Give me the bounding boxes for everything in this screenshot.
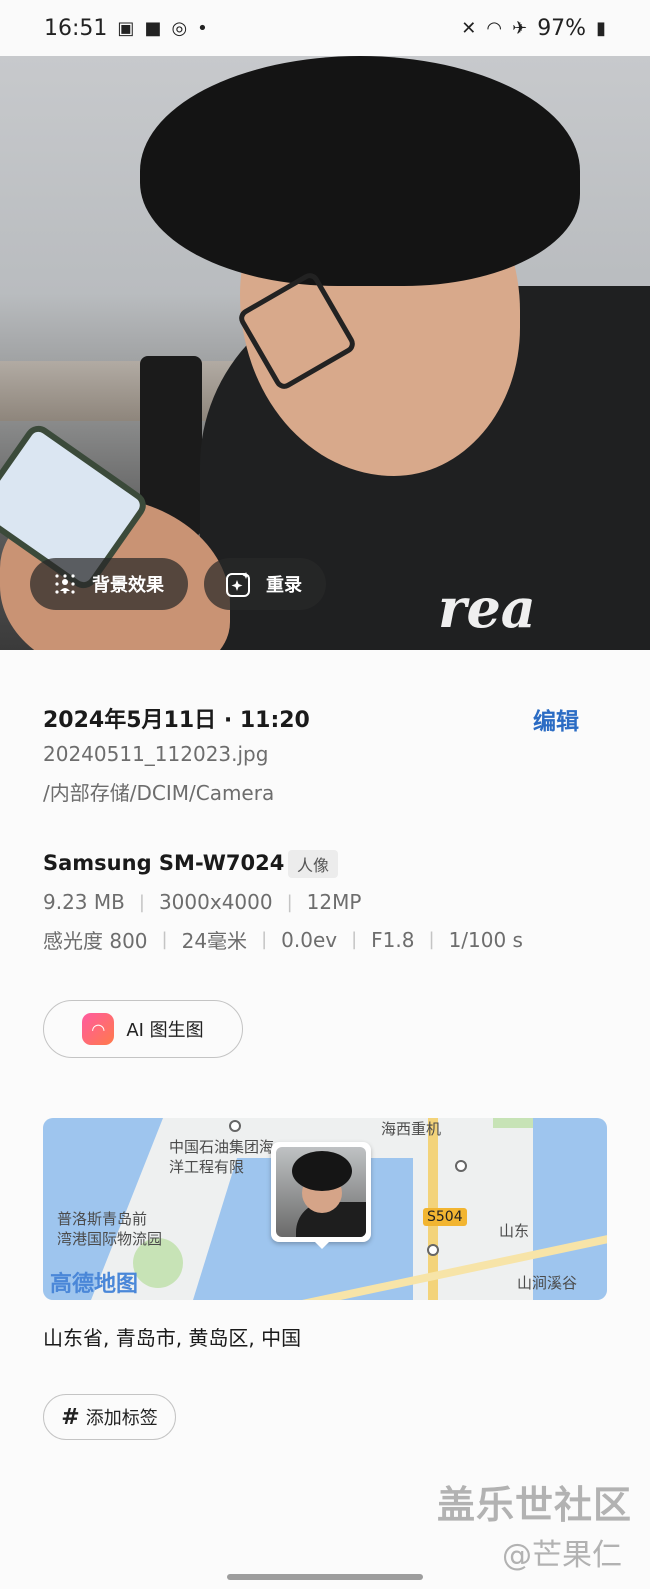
edit-button[interactable]: 编辑: [533, 702, 579, 736]
background-effect-button[interactable]: 背景效果: [30, 558, 188, 610]
location-map[interactable]: 中国石油集团海 洋工程有限 海西重机 普洛斯青岛前 湾港国际物流园 山东 山涧溪…: [43, 1118, 607, 1300]
dot-icon: •: [197, 17, 208, 39]
file-name: 20240511_112023.jpg: [43, 742, 269, 766]
home-indicator[interactable]: [227, 1574, 423, 1580]
mute-icon: ✕: [461, 17, 477, 39]
weibo-icon: ◎: [171, 17, 188, 39]
status-right: ✕ ◠ ✈ 97% ▮: [461, 16, 606, 41]
map-poi-dot: [229, 1120, 241, 1132]
watermark-author: @芒果仁: [502, 1538, 622, 1573]
photo-subject-hair: [140, 56, 580, 286]
add-tag-label: 添加标签: [85, 1408, 158, 1429]
divider: |: [161, 929, 168, 950]
resolution: 3000x4000: [158, 890, 273, 914]
status-time: 16:51: [44, 15, 108, 41]
divider: |: [428, 929, 435, 950]
file-info-row: 9.23 MB | 3000x4000 | 12MP: [43, 890, 361, 914]
map-label: 山涧溪谷: [517, 1274, 578, 1292]
add-tag-button[interactable]: # 添加标签: [43, 1394, 176, 1440]
map-road-label: S504: [423, 1208, 467, 1226]
location-address: 山东省, 青岛市, 黄岛区, 中国: [43, 1326, 302, 1350]
thumbnail-image: [276, 1147, 366, 1237]
ai-app-icon: ◠: [82, 1013, 115, 1045]
background-effect-icon: [50, 569, 80, 599]
divider: |: [138, 891, 145, 913]
file-path: /内部存储/DCIM/Camera: [43, 781, 275, 805]
focal-length: 24毫米: [181, 929, 248, 953]
gallery-icon: ▣: [117, 17, 135, 39]
iso: 感光度 800: [43, 929, 148, 953]
map-photo-thumbnail: [271, 1142, 371, 1242]
device-model: Samsung SM-W7024: [43, 851, 285, 875]
photo-date: 2024年5月11日 · 11:20: [43, 708, 310, 733]
map-label: 山东: [499, 1222, 530, 1240]
exposure-value: 0.0ev: [281, 927, 338, 952]
ai-button-label: AI 图生图: [126, 1020, 204, 1041]
watermark-community: 盖乐世社区: [437, 1483, 633, 1527]
divider: |: [261, 929, 268, 950]
map-label: 洋工程有限: [169, 1158, 245, 1176]
status-left: 16:51 ▣ ■ ◎ •: [44, 16, 208, 41]
remaster-label: 重录: [266, 575, 302, 596]
remaster-button[interactable]: 重录: [204, 558, 326, 610]
map-label: 普洛斯青岛前: [57, 1210, 148, 1228]
map-brand-logo: 高德地图: [50, 1272, 139, 1297]
map-green-area: [493, 1118, 533, 1128]
battery-percent: 97%: [537, 15, 587, 41]
mode-badge: 人像: [288, 850, 339, 878]
thumbnail-hair: [292, 1151, 352, 1191]
map-pin-pointer: [313, 1240, 331, 1249]
ai-image-generate-button[interactable]: ◠ AI 图生图: [43, 1000, 243, 1058]
divider: |: [351, 929, 358, 950]
map-label: 中国石油集团海: [169, 1138, 275, 1156]
battery-icon: ▮: [596, 17, 606, 39]
megapixels: 12MP: [306, 890, 362, 914]
wifi-icon: ◠: [486, 17, 503, 39]
aperture: F1.8: [371, 927, 415, 952]
remaster-icon: [224, 569, 254, 599]
divider: |: [286, 891, 293, 913]
airplane-icon: ✈: [512, 17, 528, 39]
status-bar: 16:51 ▣ ■ ◎ • ✕ ◠ ✈ 97% ▮: [0, 0, 650, 56]
photo-jacket-logo: rea: [438, 576, 536, 640]
camera-info-row: 感光度 800 | 24毫米 | 0.0ev | F1.8 | 1/100 s: [43, 925, 523, 954]
file-size: 9.23 MB: [43, 890, 125, 914]
map-poi-dot: [427, 1244, 439, 1256]
hashtag-icon: #: [61, 1404, 80, 1430]
shopping-bag-icon: ■: [144, 17, 162, 39]
background-effect-label: 背景效果: [92, 575, 164, 596]
map-poi-dot: [455, 1160, 467, 1172]
map-label: 湾港国际物流园: [57, 1230, 163, 1248]
shutter-speed: 1/100 s: [448, 927, 523, 952]
map-label: 海西重机: [381, 1120, 442, 1138]
